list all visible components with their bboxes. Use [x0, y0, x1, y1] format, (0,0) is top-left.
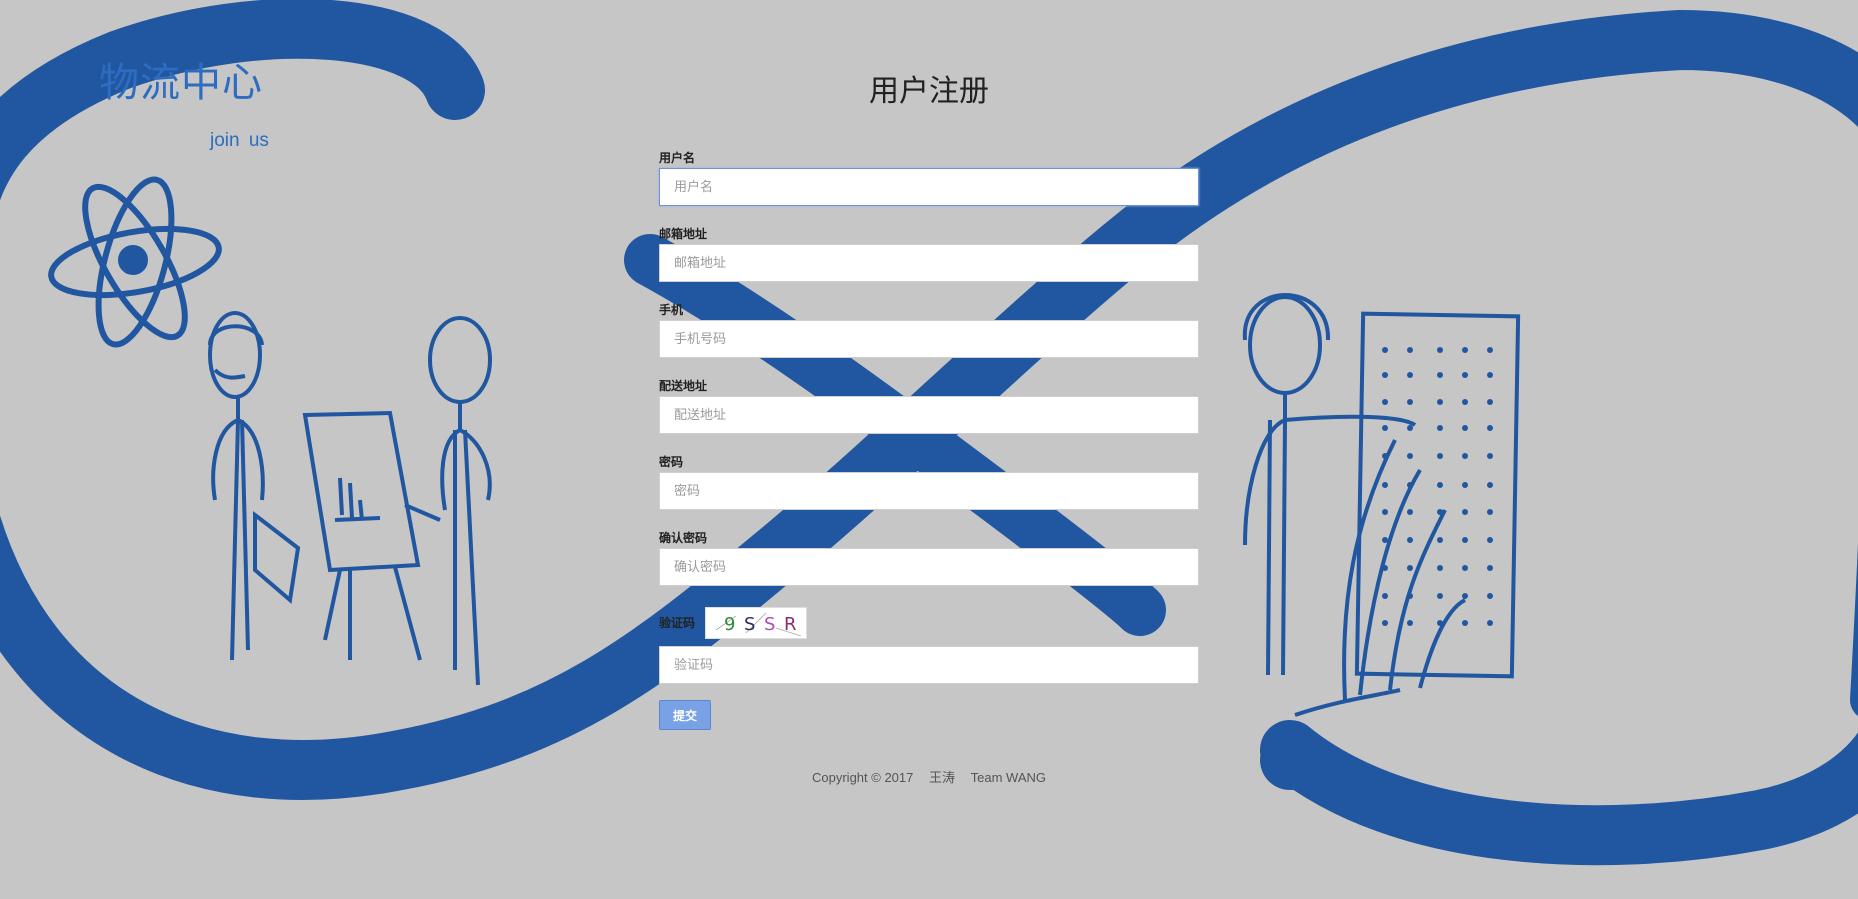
username-label: 用户名 [659, 151, 696, 165]
username-input[interactable] [659, 168, 1199, 206]
captcha-image[interactable]: 9 S S R [705, 607, 808, 639]
address-input[interactable] [659, 396, 1199, 434]
phone-input[interactable] [659, 320, 1199, 358]
captcha-row: 验证码 9 S S R [659, 606, 1199, 640]
confirm-password-group: 确认密码 [659, 530, 1199, 606]
password-label: 密码 [659, 455, 684, 469]
operator-sketch [1242, 293, 1521, 717]
registration-form: 用户名 邮箱地址 手机 配送地址 密码 确认密码 验证码 [659, 150, 1199, 730]
password-group: 密码 [659, 454, 1199, 530]
atom-icon [48, 176, 222, 348]
email-input[interactable] [659, 244, 1199, 282]
captcha-char-1: 9 [724, 614, 735, 635]
copyright-text: Copyright © 2017 [812, 770, 914, 785]
copyright-footer: Copyright © 2017 王涛 Team WANG [0, 767, 1858, 786]
address-label: 配送地址 [659, 379, 708, 393]
brand-subtitle: join us [210, 130, 269, 151]
address-group: 配送地址 [659, 378, 1199, 454]
captcha-input[interactable] [659, 646, 1199, 684]
email-label: 邮箱地址 [659, 227, 708, 241]
registration-page: 物流中心 join us 用户注册 用户名 邮箱地址 手机 配送地址 密码 确认… [0, 0, 1858, 899]
captcha-char-2: S [744, 614, 755, 635]
author-name: 王涛 [928, 770, 955, 785]
page-title: 用户注册 [869, 74, 989, 109]
password-input[interactable] [659, 472, 1199, 510]
captcha-graphic: 9 S S R [715, 612, 802, 637]
confirm-password-label: 确认密码 [659, 531, 708, 545]
username-group: 用户名 [659, 150, 1199, 226]
submit-button[interactable]: 提交 [659, 700, 711, 730]
confirm-password-input[interactable] [659, 548, 1199, 586]
captcha-char-3: S [764, 614, 775, 635]
presenter-sketch [208, 311, 492, 686]
captcha-char-4: R [784, 614, 797, 635]
phone-label: 手机 [659, 303, 684, 317]
email-group: 邮箱地址 [659, 226, 1199, 302]
phone-group: 手机 [659, 302, 1199, 378]
captcha-label: 验证码 [659, 616, 696, 630]
team-name: Team WANG [970, 770, 1046, 785]
panel-dots [1382, 347, 1493, 626]
